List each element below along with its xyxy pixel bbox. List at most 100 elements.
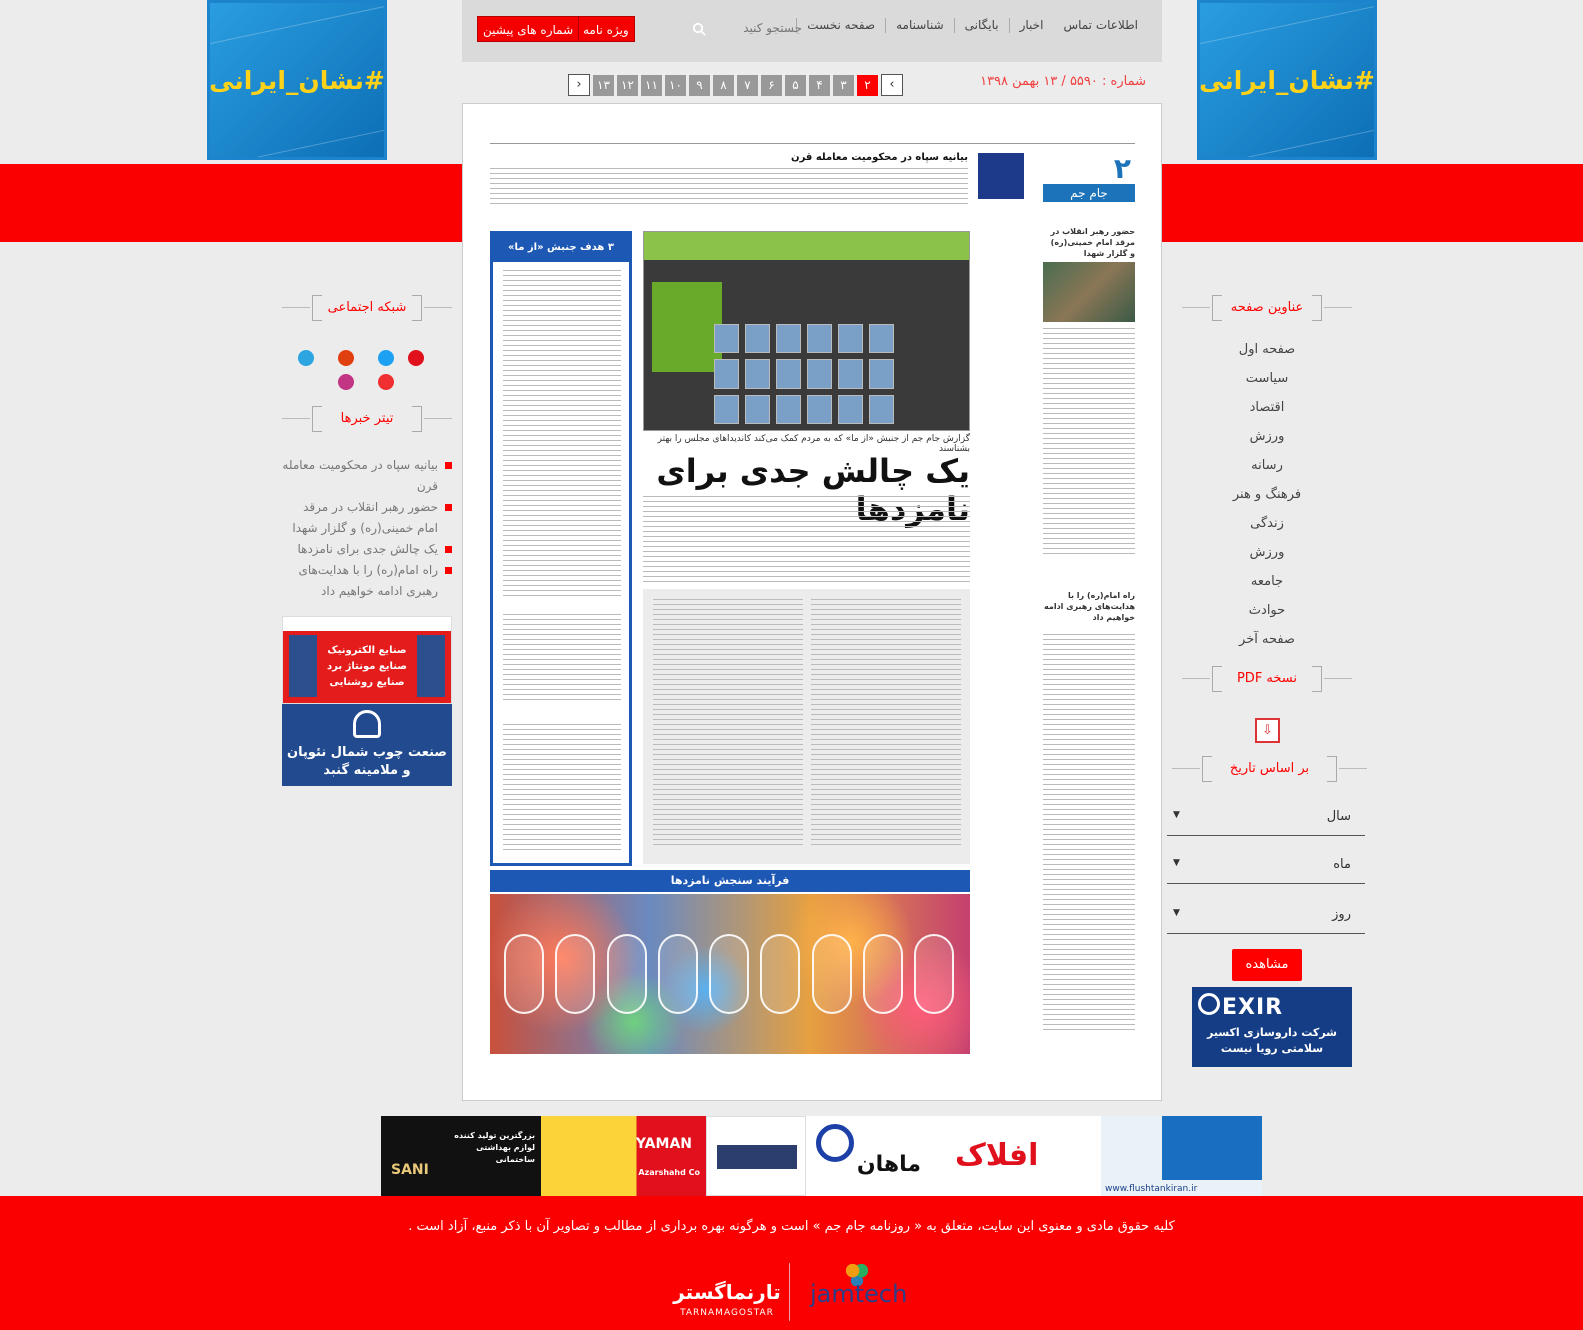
ticker-list: بیانیه سپاه در محکومیت معامله قرن حضور ر… [282,455,452,602]
paper-text-block [503,614,621,704]
date-box: بر اساس تاریخ [1172,756,1367,786]
paper-header-rule [490,134,1135,144]
sections-box: عناوین صفحه صفحه اول سیاست اقتصاد ورزش ر… [1182,295,1352,654]
nav-about[interactable]: شناسنامه [885,18,954,33]
page: #نشان_ایرانی #نشان_ایرانی صفحه نخست شناس… [0,0,1583,1330]
instagram-icon[interactable] [338,374,354,390]
exir-brand: EXIR [1222,995,1284,1020]
pager-page-4[interactable]: ۴ [809,74,830,96]
paper-process-infographic [490,894,970,1054]
section-item[interactable]: ورزش [1182,538,1352,567]
paper-blue-box: ۳ هدف جنبش «از ما» [490,231,632,866]
aflak-ad[interactable]: افلاک [931,1116,1101,1196]
top-ad-right[interactable]: #نشان_ایرانی [1197,0,1377,160]
paper-text-block [503,724,621,854]
paper-text-block [503,270,621,600]
pager-page-2[interactable]: ۲ [857,74,878,96]
ticker-box-title: تیتر خبرها [282,406,452,436]
pager-page-8[interactable]: ۸ [713,74,734,96]
irgc-emblem-icon [978,153,1024,199]
month-select[interactable]: ماه ▼ [1167,848,1365,884]
nav-archive[interactable]: بایگانی [953,18,1009,33]
flushtank-ad[interactable]: www.flushtankiran.ir [1101,1116,1262,1196]
top-ad-left[interactable]: #نشان_ایرانی [207,0,387,160]
twitter-icon[interactable] [378,350,394,366]
pager-next-button[interactable]: ‹ [881,74,903,96]
social-box: شبکه اجتماعی [282,295,452,325]
electronics-ad[interactable]: صنایع الکترونیک صنایع مونتاژ برد صنایع ر… [282,616,452,704]
nav-news[interactable]: اخبار [1008,18,1054,33]
yaman-ad[interactable]: YAMAN Azarshahd Co [541,1116,706,1196]
yaman-brand: YAMAN [635,1136,692,1152]
exir-text: شرکت داروسازی اکسیر سلامتی رویا نیست [1206,1026,1337,1055]
pager-page-7[interactable]: ۷ [737,74,758,96]
section-item[interactable]: اقتصاد [1182,393,1352,422]
pager-page-5[interactable]: ۵ [785,74,806,96]
search-icon[interactable] [692,21,706,36]
ticker-item[interactable]: یک چالش جدی برای نامزدها [282,539,452,560]
section-item[interactable]: صفحه اول [1182,335,1352,364]
mahan-ad[interactable]: ماهان [806,1116,931,1196]
section-item[interactable]: فرهنگ و هنر [1182,480,1352,509]
bottom-ads: SANI بزرگترین تولید کننده لوازم بهداشتی … [381,1116,1362,1196]
paper-process-banner: فرآیند سنجش نامزدها [490,870,970,892]
date-title: بر اساس تاریخ [1229,761,1310,776]
wood-industry-ad-text: صنعت چوب شمال نئوپان و ملامینه گنبد [287,745,447,778]
pager-prev-button[interactable]: › [568,74,590,96]
gap-icon[interactable] [378,374,394,390]
view-button[interactable]: مشاهده [1232,949,1302,981]
section-item[interactable]: جامعه [1182,567,1352,596]
paper-top-headline: بیانیه سپاه در محکومیت معامله قرن [791,152,968,163]
telegram-icon[interactable] [298,350,314,366]
pager-page-3[interactable]: ۳ [833,74,854,96]
nav-home[interactable]: صفحه نخست [796,18,885,33]
paper-right-column: حضور رهبر انقلاب در مرقد امام خمینی(ره) … [1043,214,1135,1054]
soroush-icon[interactable] [338,350,354,366]
tarnamagostar-logo[interactable]: تارنماگستر TARNAMAGOSTAR [672,1262,782,1322]
sani-ad[interactable]: SANI بزرگترین تولید کننده لوازم بهداشتی … [381,1116,541,1196]
section-item[interactable]: صفحه آخر [1182,625,1352,654]
exir-logo-icon [1198,993,1220,1015]
chevron-left-icon: ‹ [889,77,895,92]
ticker-item[interactable]: حضور رهبر انقلاب در مرقد امام خمینی(ره) … [282,497,452,539]
left-ads: صنایع الکترونیک صنایع مونتاژ برد صنایع ر… [282,616,452,786]
section-item[interactable]: حوادث [1182,596,1352,625]
pager-page-10[interactable]: ۱۰ [665,74,686,96]
download-pdf-icon[interactable]: ⇩ [1255,718,1280,743]
newspaper-page[interactable]: ۲ جام جم بیانیه سپاه در محکومیت معامله ق… [462,103,1162,1101]
process-steps [504,934,954,1014]
pager-page-12[interactable]: ۱۲ [617,74,638,96]
previous-issues-button[interactable]: شماره های پیشین [477,16,580,42]
top-ad-right-text: #نشان_ایرانی [1199,65,1375,95]
copyright-text: کلیه حقوق مادی و معنوی این سایت، متعلق ب… [408,1219,1175,1234]
screenshot-menu-bar [644,232,969,260]
section-item[interactable]: سیاست [1182,364,1352,393]
year-select[interactable]: سال ▼ [1167,800,1365,836]
jamtech-logo[interactable]: jamtech [810,1264,910,1314]
tarnamagostar-logo-sub: TARNAMAGOSTAR [680,1308,774,1318]
special-issue-button[interactable]: ویژه نامه [577,16,635,42]
search-input[interactable] [722,21,802,35]
jamtech-logo-text: jamtech [810,1280,908,1308]
paper-right-photo [1043,262,1135,322]
wood-industry-ad[interactable]: صنعت چوب شمال نئوپان و ملامینه گنبد [282,704,452,786]
pager-page-13[interactable]: ۱۳ [593,74,614,96]
section-item[interactable]: ورزش [1182,422,1352,451]
pager-page-11[interactable]: ۱۱ [641,74,662,96]
ticker-item[interactable]: بیانیه سپاه در محکومیت معامله قرن [282,455,452,497]
section-item[interactable]: رسانه [1182,451,1352,480]
nav-contact[interactable]: اطلاعات تماس [1053,18,1148,33]
year-select-label: سال [1326,809,1351,824]
caret-down-icon: ▼ [1173,908,1180,918]
exir-ad[interactable]: EXIR شرکت داروسازی اکسیر سلامتی رویا نیس… [1192,987,1352,1067]
company-ad[interactable] [706,1116,806,1196]
pager-page-9[interactable]: ۹ [689,74,710,96]
sani-brand: SANI [391,1162,429,1178]
ticker-item[interactable]: راه امام(ره) را با هدایت‌های رهبری ادامه… [282,560,452,602]
search-box [692,18,802,38]
pager-page-6[interactable]: ۶ [761,74,782,96]
day-select[interactable]: روز ▼ [1167,898,1365,934]
section-item[interactable]: زندگی [1182,509,1352,538]
footer: کلیه حقوق مادی و معنوی این سایت، متعلق ب… [0,1196,1583,1330]
aparat-icon[interactable] [408,350,424,366]
